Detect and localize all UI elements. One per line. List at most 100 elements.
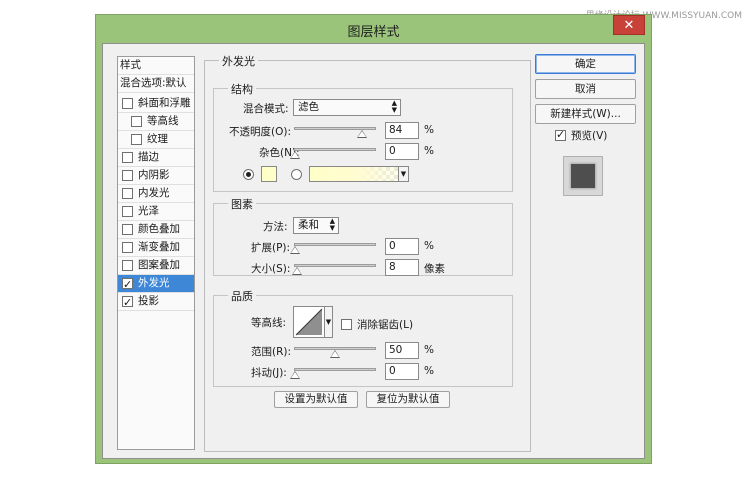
- size-slider-thumb[interactable]: [292, 267, 303, 275]
- spread-slider-thumb[interactable]: [290, 246, 300, 254]
- contour-dropdown-arrow-icon[interactable]: ▼: [325, 306, 333, 338]
- style-item-gradient-overlay[interactable]: 渐变叠加: [118, 239, 194, 257]
- range-slider[interactable]: [294, 347, 376, 358]
- inner-shadow-checkbox[interactable]: [122, 170, 133, 181]
- jitter-unit: %: [424, 365, 434, 377]
- opacity-input[interactable]: 84: [385, 122, 419, 139]
- contour-label: 等高线: [147, 115, 179, 127]
- dialog-content: 样式 混合选项:默认 斜面和浮雕 等高线 纹理 描边 内阴影 内发光 光泽 颜色…: [102, 43, 645, 459]
- structure-title: 结构: [228, 81, 256, 97]
- spread-slider[interactable]: [290, 243, 376, 254]
- size-slider[interactable]: [292, 264, 376, 275]
- gradient-overlay-checkbox[interactable]: [122, 242, 133, 253]
- range-unit: %: [424, 344, 434, 356]
- pattern-overlay-checkbox[interactable]: [122, 260, 133, 271]
- satin-checkbox[interactable]: [122, 206, 133, 217]
- glow-gradient-picker[interactable]: ▼: [309, 166, 409, 182]
- noise-slider[interactable]: [290, 148, 376, 159]
- blend-mode-value: 滤色: [298, 101, 319, 113]
- noise-input[interactable]: 0: [385, 143, 419, 160]
- opacity-slider[interactable]: [294, 127, 376, 138]
- satin-label: 光泽: [138, 205, 159, 217]
- style-item-stroke[interactable]: 描边: [118, 149, 194, 167]
- new-style-button[interactable]: 新建样式(W)...: [535, 104, 636, 124]
- stroke-label: 描边: [138, 151, 159, 163]
- texture-label: 纹理: [147, 133, 168, 145]
- preview-checkbox[interactable]: [555, 128, 566, 141]
- style-item-inner-glow[interactable]: 内发光: [118, 185, 194, 203]
- layer-style-dialog: 图层样式 ✕ 样式 混合选项:默认 斜面和浮雕 等高线 纹理 描边 内阴影 内发…: [95, 14, 652, 464]
- opacity-slider-thumb[interactable]: [357, 130, 368, 138]
- inner-glow-checkbox[interactable]: [122, 188, 133, 199]
- contour-label: 等高线:: [251, 317, 287, 329]
- color-overlay-label: 颜色叠加: [138, 223, 180, 235]
- jitter-input[interactable]: 0: [385, 363, 419, 380]
- size-label: 大小(S):: [251, 263, 291, 275]
- cancel-button[interactable]: 取消: [535, 79, 636, 99]
- blend-options-label: 混合选项:默认: [120, 77, 187, 89]
- bevel-checkbox[interactable]: [122, 98, 133, 109]
- set-default-button[interactable]: 设置为默认值: [274, 391, 358, 408]
- jitter-slider[interactable]: [290, 368, 376, 379]
- style-item-texture[interactable]: 纹理: [118, 131, 194, 149]
- antialias-checkbox[interactable]: [341, 319, 352, 330]
- gradient-radio[interactable]: [291, 169, 302, 180]
- outer-glow-title: 外发光: [219, 53, 258, 69]
- outer-glow-checkbox[interactable]: [122, 276, 133, 293]
- bevel-label: 斜面和浮雕: [138, 97, 191, 109]
- contour-picker[interactable]: [293, 306, 325, 338]
- updown-arrows-icon: ▲ ▼: [391, 99, 397, 114]
- gradient-overlay-label: 渐变叠加: [138, 241, 180, 253]
- reset-default-button[interactable]: 复位为默认值: [366, 391, 450, 408]
- noise-unit: %: [424, 145, 434, 157]
- title-bar[interactable]: 图层样式 ✕: [96, 15, 651, 43]
- range-label: 范围(R):: [251, 346, 292, 358]
- style-preview: [563, 156, 603, 196]
- size-unit: 像素: [424, 263, 445, 275]
- style-item-drop-shadow[interactable]: 投影: [118, 293, 194, 311]
- range-slider-thumb[interactable]: [330, 350, 340, 358]
- blend-mode-select[interactable]: 滤色 ▲ ▼: [293, 99, 401, 116]
- style-item-inner-shadow[interactable]: 内阴影: [118, 167, 194, 185]
- method-select[interactable]: 柔和 ▲ ▼: [293, 217, 339, 234]
- style-item-color-overlay[interactable]: 颜色叠加: [118, 221, 194, 239]
- pattern-overlay-label: 图案叠加: [138, 259, 180, 271]
- style-preview-thumbnail: [571, 164, 595, 188]
- drop-shadow-checkbox[interactable]: [122, 294, 133, 311]
- spread-label: 扩展(P):: [251, 242, 291, 254]
- blend-options-item[interactable]: 混合选项:默认: [118, 75, 194, 93]
- style-item-contour[interactable]: 等高线: [118, 113, 194, 131]
- jitter-slider-thumb[interactable]: [290, 371, 300, 379]
- spread-input[interactable]: 0: [385, 238, 419, 255]
- opacity-label: 不透明度(O):: [229, 126, 291, 138]
- style-item-bevel[interactable]: 斜面和浮雕: [118, 95, 194, 113]
- ok-button[interactable]: 确定: [535, 54, 636, 74]
- style-item-satin[interactable]: 光泽: [118, 203, 194, 221]
- drop-shadow-label: 投影: [138, 295, 159, 307]
- solid-color-radio[interactable]: [243, 169, 254, 180]
- color-overlay-checkbox[interactable]: [122, 224, 133, 235]
- antialias-label: 消除锯齿(L): [357, 319, 414, 331]
- inner-shadow-label: 内阴影: [138, 169, 170, 181]
- style-list: 样式 混合选项:默认 斜面和浮雕 等高线 纹理 描边 内阴影 内发光 光泽 颜色…: [117, 56, 195, 450]
- blend-mode-label: 混合模式:: [243, 103, 289, 115]
- opacity-unit: %: [424, 124, 434, 136]
- gradient-dropdown-arrow-icon[interactable]: ▼: [398, 167, 408, 181]
- quality-title: 品质: [228, 288, 256, 304]
- contour-checkbox[interactable]: [131, 116, 142, 127]
- dialog-title: 图层样式: [347, 25, 400, 40]
- stroke-checkbox[interactable]: [122, 152, 133, 163]
- style-item-outer-glow[interactable]: 外发光: [118, 275, 194, 293]
- preview-label: 预览(V): [571, 130, 608, 142]
- size-input[interactable]: 8: [385, 259, 419, 276]
- contour-curve-icon: [295, 308, 323, 336]
- style-item-pattern-overlay[interactable]: 图案叠加: [118, 257, 194, 275]
- updown-arrows-icon: ▲ ▼: [329, 217, 335, 232]
- style-list-header[interactable]: 样式: [118, 57, 194, 75]
- noise-slider-thumb[interactable]: [290, 151, 300, 159]
- range-input[interactable]: 50: [385, 342, 419, 359]
- close-button[interactable]: ✕: [613, 15, 645, 35]
- glow-color-swatch[interactable]: [261, 166, 277, 182]
- texture-checkbox[interactable]: [131, 134, 142, 145]
- method-label: 方法:: [263, 221, 288, 233]
